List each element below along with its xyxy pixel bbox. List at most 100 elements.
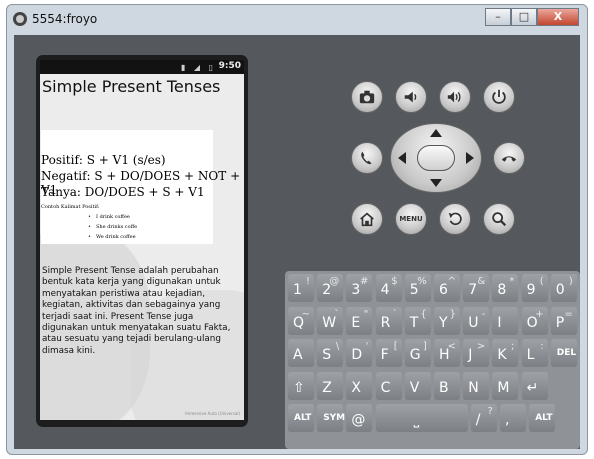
key-d[interactable]: D ' bbox=[346, 339, 373, 367]
key-label: X bbox=[351, 379, 361, 396]
description-paragraph: Simple Present Tense adalah perubahan be… bbox=[42, 266, 231, 356]
key-symbol[interactable]: @ bbox=[346, 404, 373, 432]
key-alt-label: : bbox=[540, 341, 544, 352]
key-e[interactable]: E " bbox=[346, 306, 373, 335]
key-alt[interactable]: ALT bbox=[288, 404, 314, 432]
key-w[interactable]: W ` bbox=[317, 306, 344, 335]
key-space[interactable]: ⎵ bbox=[375, 404, 468, 432]
key-alt-label: ] bbox=[422, 341, 427, 352]
footer-text: Immersive Auto (Universal) bbox=[185, 411, 240, 416]
volume-up-icon bbox=[447, 91, 461, 103]
home-button[interactable] bbox=[351, 203, 383, 235]
key-alt-label: } bbox=[449, 308, 456, 320]
dpad-right-icon[interactable] bbox=[466, 152, 474, 164]
minimize-button[interactable]: – bbox=[485, 8, 511, 26]
key-alt-label: * bbox=[509, 276, 515, 287]
volume-down-button[interactable] bbox=[395, 81, 427, 113]
key-k[interactable]: K; bbox=[492, 339, 519, 367]
key-label: A bbox=[293, 347, 303, 363]
menu-button[interactable]: MENU bbox=[395, 203, 427, 235]
key-label: L bbox=[526, 347, 535, 363]
key-label: 9 bbox=[526, 282, 536, 298]
power-button[interactable] bbox=[483, 81, 515, 113]
dpad-up-icon[interactable] bbox=[430, 129, 442, 137]
key-m[interactable]: M bbox=[492, 371, 519, 400]
key-label: I bbox=[497, 314, 502, 331]
key-i[interactable]: I bbox=[492, 306, 519, 335]
key-sym[interactable]: SYM bbox=[317, 404, 345, 432]
key-alt-label: < bbox=[447, 341, 456, 352]
key-y[interactable]: Y} bbox=[434, 306, 460, 335]
maximize-button[interactable]: □ bbox=[511, 8, 537, 26]
key-x[interactable]: X bbox=[346, 371, 373, 400]
key-p[interactable]: P = bbox=[550, 306, 577, 335]
key-2[interactable]: 2 @ bbox=[317, 274, 344, 302]
dpad[interactable] bbox=[390, 123, 482, 193]
close-button[interactable]: X bbox=[537, 8, 579, 26]
phone-screen[interactable]: ▮ ◢ ▯ 9:50 Simple Present Tenses Positif… bbox=[40, 60, 244, 420]
dpad-left-icon[interactable] bbox=[398, 152, 406, 164]
key-3[interactable]: 3 # bbox=[346, 274, 373, 302]
key-label: M bbox=[497, 379, 510, 396]
key-h[interactable]: H < bbox=[434, 339, 460, 367]
key-o[interactable]: O + bbox=[521, 306, 548, 335]
key-g[interactable]: G] bbox=[404, 339, 431, 367]
key-9[interactable]: 9( bbox=[521, 274, 548, 302]
key-5[interactable]: 5% bbox=[404, 274, 431, 302]
key-8[interactable]: 8 * bbox=[492, 274, 519, 302]
key-7[interactable]: 7 & bbox=[463, 274, 490, 302]
key-label: 7 bbox=[468, 282, 478, 298]
back-icon bbox=[448, 212, 462, 225]
key-symbol[interactable]: , bbox=[500, 404, 526, 432]
key-u[interactable]: U- bbox=[463, 306, 490, 335]
key-label: ⎵ bbox=[413, 412, 420, 428]
key-a[interactable]: A bbox=[288, 339, 314, 367]
key-r[interactable]: R ` bbox=[375, 306, 402, 335]
key-6[interactable]: 6 ^ bbox=[434, 274, 460, 302]
key-c[interactable]: C bbox=[375, 371, 402, 400]
key-del[interactable]: DEL bbox=[550, 339, 577, 367]
volume-up-button[interactable] bbox=[439, 81, 471, 113]
key-alt-label: ; bbox=[511, 341, 515, 352]
key-n[interactable]: N bbox=[463, 371, 490, 400]
key-alt-label: ? bbox=[487, 406, 493, 417]
key-z[interactable]: Z bbox=[317, 371, 344, 400]
example-item: She drinks coffe bbox=[88, 224, 137, 230]
key-label: , bbox=[505, 412, 510, 428]
key-symbol[interactable]: ↵ bbox=[521, 371, 548, 400]
key-symbol[interactable]: /? bbox=[470, 404, 497, 432]
key-0[interactable]: 0) bbox=[550, 274, 577, 302]
key-label: ⇧ bbox=[293, 379, 305, 396]
key-label: / bbox=[475, 412, 481, 428]
key-s[interactable]: S \ bbox=[317, 339, 344, 367]
search-icon bbox=[492, 212, 507, 227]
search-button[interactable] bbox=[483, 203, 515, 235]
key-alt[interactable]: ALT bbox=[529, 404, 556, 432]
back-button[interactable] bbox=[439, 203, 471, 235]
formula-positive: Positif: S + V1 (s/es) bbox=[41, 153, 166, 167]
key-alt-label: @ bbox=[329, 276, 340, 287]
key-q[interactable]: Q ~ bbox=[288, 306, 314, 335]
key-v[interactable]: V bbox=[404, 371, 431, 400]
key-j[interactable]: J > bbox=[463, 339, 490, 367]
key-alt-label: ~ bbox=[301, 308, 310, 320]
key-label: 3 bbox=[351, 282, 361, 298]
key-label: C bbox=[380, 379, 391, 396]
emulator-body: ▮ ◢ ▯ 9:50 Simple Present Tenses Positif… bbox=[14, 35, 580, 449]
key-l[interactable]: L: bbox=[521, 339, 548, 367]
key-1[interactable]: 1! bbox=[288, 274, 314, 302]
end-call-button[interactable] bbox=[493, 142, 525, 174]
dpad-down-icon[interactable] bbox=[430, 179, 442, 187]
camera-button[interactable] bbox=[351, 81, 383, 113]
example-item: We drink coffee bbox=[88, 234, 136, 240]
hardware-keyboard: 1! 2 @3 #4 $5% 6 ^ 7 & 8 * 9(0) Q ~ W ` E " R ` T{Y} U - I O + P = A… bbox=[285, 271, 580, 449]
emulator-icon bbox=[13, 12, 27, 26]
key-b[interactable]: B bbox=[434, 371, 460, 400]
key-4[interactable]: 4 $ bbox=[375, 274, 402, 302]
key-alt-label: ! bbox=[305, 276, 310, 287]
key-f[interactable]: F[ bbox=[375, 339, 402, 367]
dpad-center-button[interactable] bbox=[417, 145, 455, 171]
call-button[interactable] bbox=[351, 142, 383, 174]
key-symbol[interactable]: ⇧ bbox=[288, 371, 314, 400]
key-t[interactable]: T{ bbox=[404, 306, 431, 335]
